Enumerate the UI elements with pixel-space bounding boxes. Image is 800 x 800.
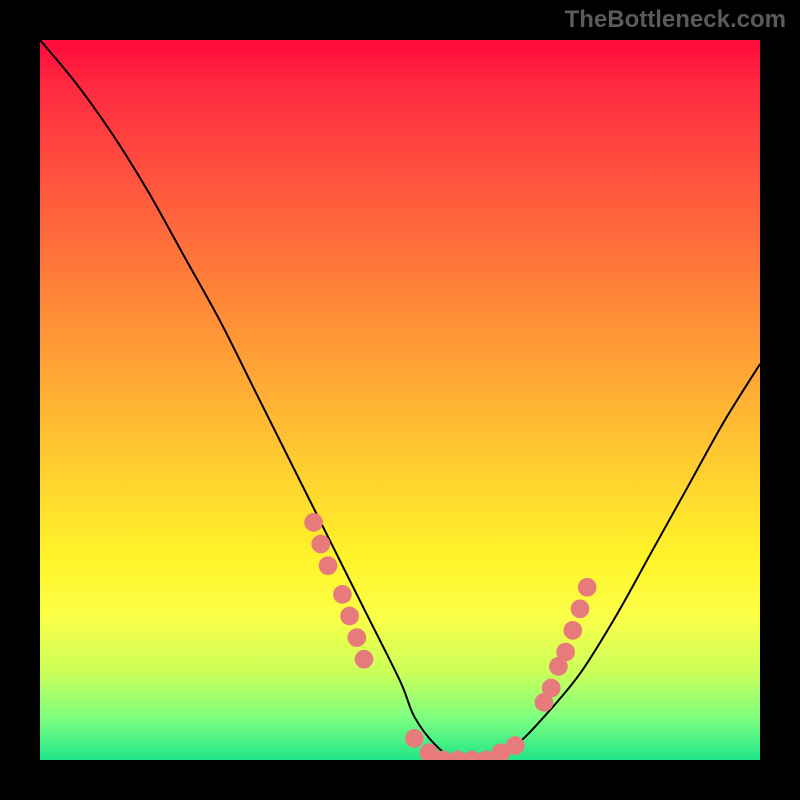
data-dot [311, 535, 330, 554]
data-dot [333, 585, 352, 604]
data-dot [542, 679, 561, 698]
data-dots [304, 513, 596, 760]
data-dot [347, 628, 366, 647]
data-dot [563, 621, 582, 640]
watermark-text: TheBottleneck.com [565, 6, 786, 34]
data-dot [556, 643, 575, 662]
data-dot [304, 513, 323, 532]
data-dot [355, 650, 374, 669]
data-dot [405, 729, 424, 748]
data-dot [578, 578, 597, 597]
plot-area [40, 40, 760, 760]
data-dot [319, 556, 338, 575]
data-dot [506, 736, 525, 755]
data-dot [340, 607, 359, 626]
data-dot [571, 599, 590, 618]
dots-layer [40, 40, 760, 760]
